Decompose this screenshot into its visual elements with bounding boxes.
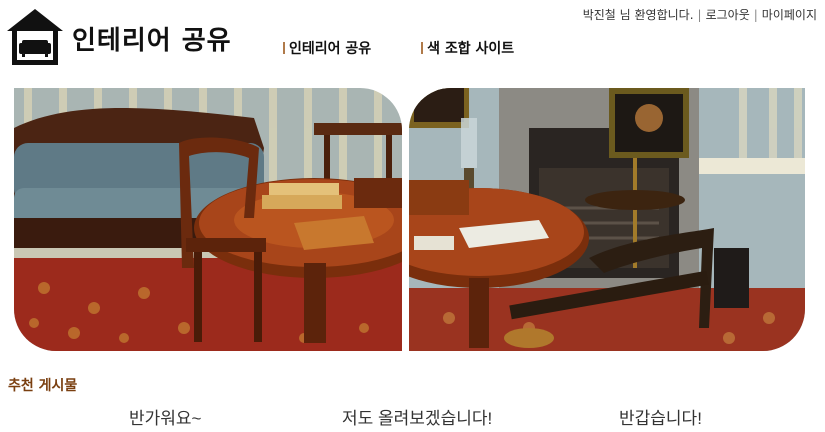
- post-link[interactable]: 반가워요~: [129, 404, 202, 429]
- recommended-posts: 반가워요~ 저도 올려보겠습니다! 반갑습니다!: [0, 404, 825, 432]
- site-title[interactable]: 인테리어 공유: [72, 20, 232, 57]
- divider: |: [753, 8, 758, 22]
- nav-item-label: 색 조합 사이트: [427, 41, 515, 57]
- nav-item-interior-share[interactable]: 인테리어 공유: [283, 38, 371, 58]
- parlor-sofa-table-photo[interactable]: [14, 88, 402, 351]
- user-bar: 박진철 님 환영합니다. | 로그아웃 | 마이페이지: [583, 6, 817, 23]
- nav-item-color-combo[interactable]: 색 조합 사이트: [421, 38, 514, 58]
- nav-bar-marker: [421, 42, 424, 54]
- greeting-text: 박진철 님 환영합니다.: [582, 8, 694, 22]
- fireplace-table-photo[interactable]: [409, 88, 805, 351]
- post-link[interactable]: 반갑습니다!: [619, 404, 702, 429]
- divider: |: [697, 8, 702, 22]
- main-nav: 인테리어 공유 색 조합 사이트: [283, 38, 514, 58]
- house-sofa-icon[interactable]: [4, 6, 66, 68]
- post-link[interactable]: 저도 올려보겠습니다!: [342, 404, 492, 429]
- mypage-link[interactable]: 마이페이지: [762, 8, 817, 22]
- nav-item-label: 인테리어 공유: [289, 41, 372, 57]
- nav-bar-marker: [283, 42, 285, 54]
- recommended-title: 추천 게시물: [8, 378, 78, 394]
- logout-link[interactable]: 로그아웃: [706, 8, 750, 22]
